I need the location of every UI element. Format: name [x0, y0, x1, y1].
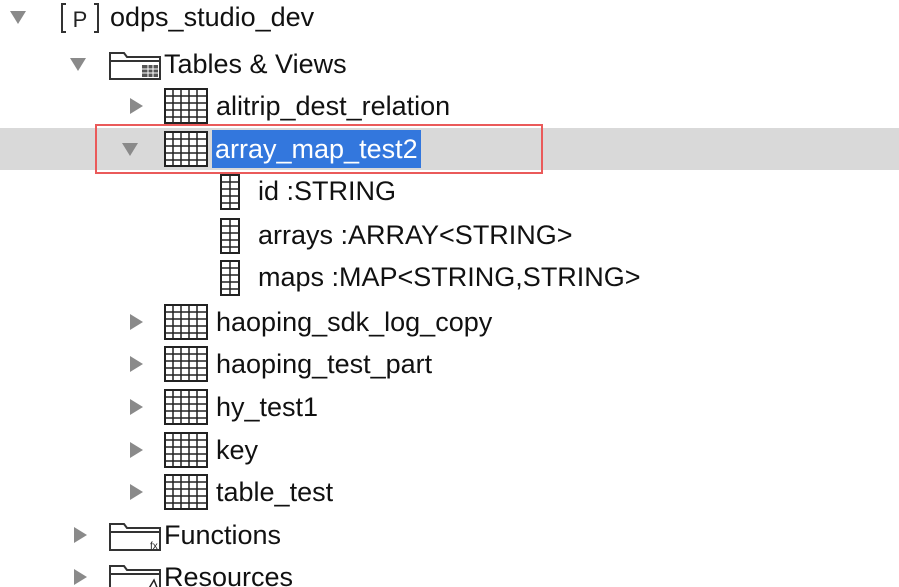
column-label: id :STRING [258, 176, 397, 206]
table-icon [164, 346, 208, 382]
table-icon [164, 389, 208, 425]
chevron-down-icon [122, 142, 138, 156]
expand-toggle[interactable] [68, 556, 92, 587]
resource-folder-icon [109, 565, 161, 587]
chevron-right-icon [73, 527, 87, 543]
chevron-down-icon [10, 10, 26, 24]
tree-node-column[interactable]: maps :MAP<STRING,STRING> [0, 256, 899, 298]
tree-node-table[interactable]: hy_test1 [0, 386, 899, 428]
expand-toggle[interactable] [124, 429, 148, 471]
functions-label: Functions [164, 520, 282, 550]
expand-toggle[interactable] [124, 301, 148, 343]
chevron-right-icon [129, 442, 143, 458]
tables-views-label: Tables & Views [164, 49, 347, 79]
table-icon [164, 131, 208, 167]
chevron-right-icon [129, 399, 143, 415]
expand-toggle[interactable] [124, 85, 148, 127]
table-label: key [216, 435, 259, 465]
column-icon [220, 260, 240, 296]
project-icon: P [61, 3, 99, 33]
chevron-right-icon [129, 356, 143, 372]
table-icon [164, 432, 208, 468]
tree-node-table[interactable]: haoping_sdk_log_copy [0, 301, 899, 343]
table-label: haoping_test_part [216, 349, 433, 379]
tree-node-column[interactable]: arrays :ARRAY<STRING> [0, 214, 899, 256]
table-label: alitrip_dest_relation [216, 91, 451, 121]
tree-node-resources[interactable]: Resources [0, 556, 899, 587]
project-tree: P odps_studio_dev Tables & Views alitrip… [0, 0, 899, 587]
project-badge: P [73, 7, 88, 32]
table-label: hy_test1 [216, 392, 319, 422]
chevron-right-icon [129, 314, 143, 330]
chevron-right-icon [129, 98, 143, 114]
resources-label: Resources [164, 562, 294, 587]
table-label: array_map_test2 [212, 130, 421, 168]
column-icon [220, 174, 240, 210]
expand-toggle[interactable] [68, 514, 92, 556]
tree-node-functions[interactable]: fx Functions [0, 514, 899, 556]
tree-node-column[interactable]: id :STRING [0, 170, 899, 212]
folder-icon [109, 52, 161, 80]
expand-toggle[interactable] [124, 343, 148, 385]
tree-node-table[interactable]: key [0, 429, 899, 471]
table-icon [164, 474, 208, 510]
table-icon [164, 88, 208, 124]
tree-node-project[interactable]: P odps_studio_dev [0, 0, 899, 38]
expand-toggle[interactable] [124, 471, 148, 513]
table-label: table_test [216, 477, 334, 507]
expand-toggle[interactable] [124, 386, 148, 428]
svg-text:fx: fx [150, 541, 158, 552]
chevron-down-icon [70, 57, 86, 71]
table-icon [164, 304, 208, 340]
tree-node-table[interactable]: alitrip_dest_relation [0, 85, 899, 127]
tree-node-table[interactable]: haoping_test_part [0, 343, 899, 385]
collapse-toggle[interactable] [6, 0, 30, 38]
function-folder-icon: fx [109, 523, 161, 552]
chevron-right-icon [73, 569, 87, 585]
collapse-toggle[interactable] [66, 43, 90, 85]
tree-node-table[interactable]: table_test [0, 471, 899, 513]
column-label: arrays :ARRAY<STRING> [258, 220, 573, 250]
chevron-right-icon [129, 484, 143, 500]
column-icon [220, 218, 240, 254]
table-label: haoping_sdk_log_copy [216, 307, 493, 337]
column-label: maps :MAP<STRING,STRING> [258, 262, 641, 292]
collapse-toggle[interactable] [118, 128, 142, 170]
project-label: odps_studio_dev [110, 2, 315, 32]
tree-node-table-selected[interactable]: array_map_test2 [0, 128, 899, 170]
tree-node-tables-views[interactable]: Tables & Views [0, 43, 899, 85]
